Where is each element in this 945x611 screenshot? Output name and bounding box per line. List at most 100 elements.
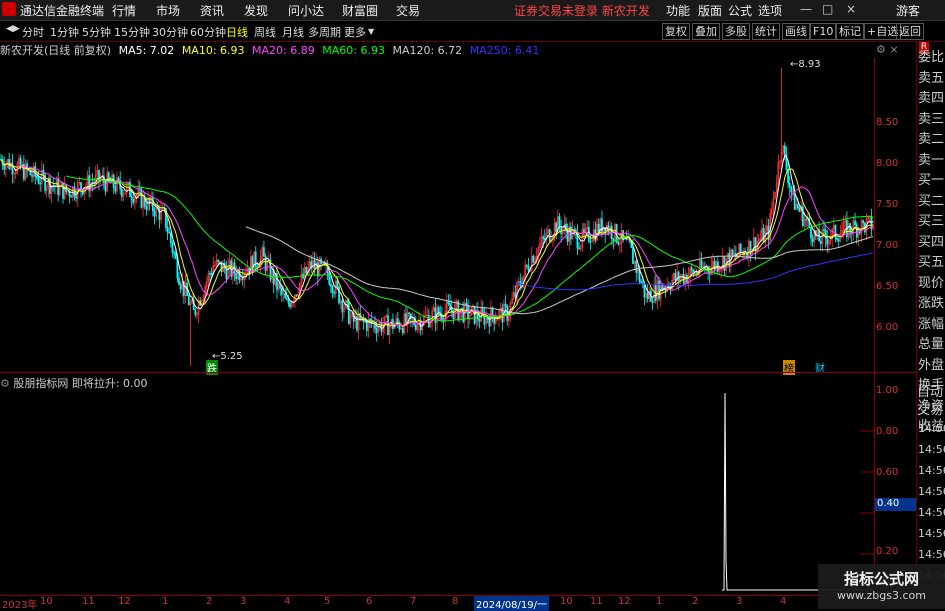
candle-body: [805, 218, 807, 221]
huaxian-button[interactable]: 画线: [782, 23, 810, 40]
candle-body: [601, 218, 603, 234]
period-15min[interactable]: 15分钟: [114, 24, 150, 40]
candle-body: [174, 253, 177, 259]
date-tick: 11: [590, 596, 603, 607]
period-fenshi[interactable]: 分时: [22, 24, 44, 40]
tick-time: 14:56: [918, 527, 945, 540]
menu-item-gongshi[interactable]: 公式: [728, 2, 752, 19]
candle-body: [798, 207, 801, 212]
menu-item-xuanxiang[interactable]: 选项: [758, 2, 782, 19]
indicator-line: [722, 392, 874, 591]
indicator-chart[interactable]: [0, 390, 874, 595]
candle-body: [819, 240, 822, 244]
candle-body: [39, 183, 42, 185]
legend-ma60: MA60: 6.93: [322, 44, 385, 57]
date-tick: 2: [692, 596, 699, 607]
menu-item-caifuquan[interactable]: 财富圈: [342, 2, 378, 19]
candle-body: [75, 196, 77, 199]
user-name[interactable]: 游客: [896, 2, 920, 19]
auto-trade-label[interactable]: 自动 交易: [917, 384, 943, 420]
candle-body: [333, 292, 335, 294]
menu-item-jiaoyi[interactable]: 交易: [396, 2, 420, 19]
candle-body: [855, 224, 858, 238]
candle-body: [811, 237, 814, 243]
indicator-tick: 0.80: [876, 426, 899, 437]
menu-item-faxian[interactable]: 发现: [244, 2, 268, 19]
f10-button[interactable]: F10: [810, 23, 837, 40]
period-5min[interactable]: 5分钟: [82, 24, 111, 40]
duogu-button[interactable]: 多股: [722, 23, 750, 40]
candle-body: [566, 230, 569, 242]
candle-body: [834, 225, 837, 239]
candle-body: [658, 280, 660, 299]
auto-label: 自动: [917, 385, 944, 400]
legend-ma5: MA5: 7.02: [118, 44, 175, 57]
close-icon[interactable]: ×: [846, 2, 856, 16]
date-tick: 12: [618, 596, 631, 607]
candle-body: [171, 242, 174, 253]
period-30min[interactable]: 30分钟: [152, 24, 188, 40]
candle-body: [380, 322, 383, 332]
candle-body: [560, 226, 562, 234]
price-axis-line: [874, 58, 875, 596]
tick-time: 14:56: [918, 548, 945, 561]
period-more[interactable]: 更多: [344, 24, 366, 40]
candle-body: [347, 301, 350, 324]
candle-body: [826, 237, 829, 245]
tongji-button[interactable]: 统计: [752, 23, 780, 40]
candle-body: [364, 320, 367, 323]
ma-legend: 新农开发(日线 前复权) MA5: 7.02 MA10: 6.93 MA20: …: [0, 42, 543, 58]
indicator-tick: 0.60: [876, 467, 899, 478]
minimize-icon[interactable]: —: [800, 2, 812, 16]
tick-time: 14:56: [918, 506, 945, 519]
candle-body: [481, 308, 484, 313]
candle-body: [527, 265, 530, 271]
period-multi[interactable]: 多周期: [308, 24, 341, 40]
candle-body: [783, 145, 786, 155]
price-tick: 8.00: [876, 158, 899, 169]
more-dropdown-icon[interactable]: ▼: [368, 27, 374, 36]
price-tick: 6.50: [876, 281, 899, 292]
nav-arrows-icon[interactable]: ◀▶: [6, 24, 20, 34]
tick-time: 14:56: [918, 464, 945, 477]
period-monthly[interactable]: 月线: [282, 24, 304, 40]
menu-item-banmian[interactable]: 版面: [698, 2, 722, 19]
candle-body: [263, 247, 265, 257]
period-toolbar: ◀▶ 分时 1分钟 5分钟 15分钟 30分钟 60分钟 日线 周线 月线 多周…: [0, 21, 945, 42]
price-tick: 6.00: [876, 322, 899, 333]
period-weekly[interactable]: 周线: [254, 24, 276, 40]
ma-line: [17, 165, 874, 327]
candle-body: [285, 297, 288, 300]
menu-bar: 通达信金融终端 行情 市场 资讯 发现 问小达 财富圈 交易 证券交易未登录 新…: [0, 0, 945, 21]
candle-body: [235, 273, 238, 280]
period-1min[interactable]: 1分钟: [50, 24, 79, 40]
candle-body: [414, 324, 417, 330]
menu-item-zixun[interactable]: 资讯: [200, 2, 224, 19]
menu-item-shichang[interactable]: 市场: [156, 2, 180, 19]
candlestick-chart[interactable]: [0, 58, 874, 370]
period-daily[interactable]: 日线: [226, 24, 248, 40]
indicator-gear-icon[interactable]: ⚙: [0, 377, 13, 390]
menu-item-gongneng[interactable]: 功能: [666, 2, 690, 19]
candle-body: [153, 210, 156, 217]
period-60min[interactable]: 60分钟: [190, 24, 226, 40]
quote-label: 卖一: [918, 152, 945, 168]
diejia-button[interactable]: 叠加: [692, 23, 720, 40]
quote-label: 买四: [918, 234, 945, 250]
fuquan-button[interactable]: 复权: [662, 23, 690, 40]
quote-label: 涨幅: [918, 316, 945, 332]
menu-item-hangqing[interactable]: 行情: [112, 2, 136, 19]
candle-body: [225, 268, 228, 280]
menu-item-wenxiaoda[interactable]: 问小达: [288, 2, 324, 19]
pane-separator[interactable]: [0, 372, 916, 373]
candle-body: [640, 281, 642, 283]
settings-gear-icon[interactable]: ⚙ ×: [876, 43, 899, 56]
candle-body: [525, 264, 528, 267]
back-button[interactable]: 返回: [896, 23, 924, 40]
candle-body: [555, 222, 558, 232]
login-notice[interactable]: 证券交易未登录 新农开发: [514, 2, 650, 19]
candle-body: [836, 238, 838, 241]
biaoji-button[interactable]: 标记: [836, 23, 864, 40]
maximize-icon[interactable]: □: [822, 2, 833, 16]
date-tick: 1: [162, 596, 169, 607]
